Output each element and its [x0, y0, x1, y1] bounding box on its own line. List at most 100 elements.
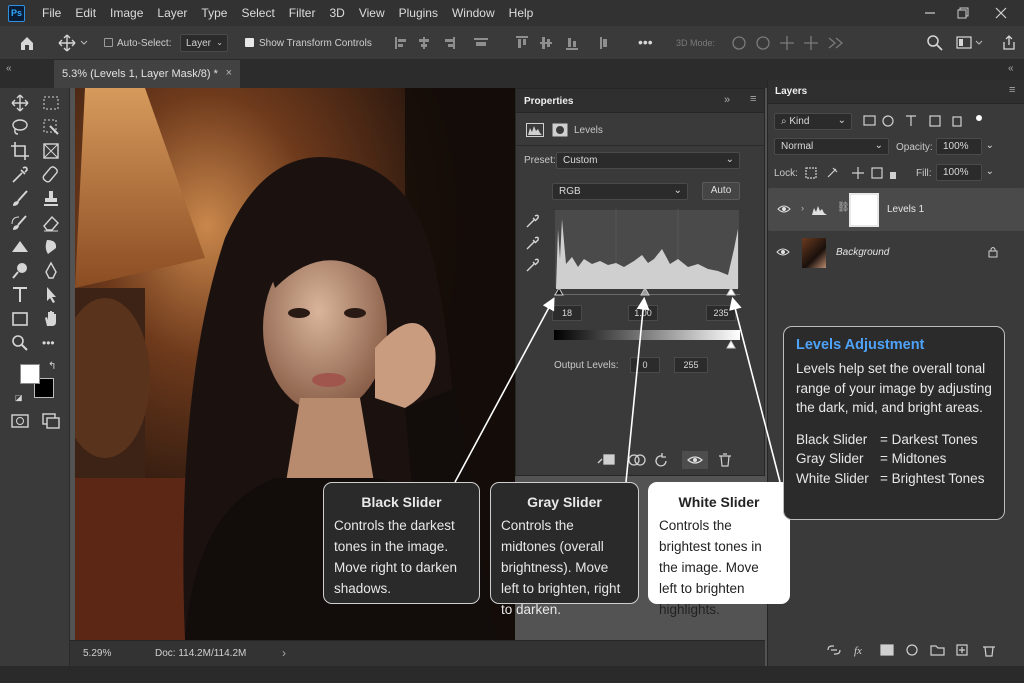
- menu-3d[interactable]: 3D: [322, 6, 351, 20]
- hand-tool-icon[interactable]: [40, 308, 62, 330]
- layer-filter-icons[interactable]: [862, 113, 992, 129]
- zoom-tool-icon[interactable]: [9, 332, 31, 354]
- brush-tool-icon[interactable]: [9, 188, 31, 210]
- kind-filter-dropdown[interactable]: ⌕ Kind ⌄: [774, 113, 852, 130]
- eye-icon[interactable]: [777, 204, 791, 214]
- delete-adjustment-button[interactable]: [716, 451, 734, 469]
- distribute-icons[interactable]: [515, 35, 615, 51]
- fill-field[interactable]: 100% ⌄: [936, 164, 994, 181]
- menu-filter[interactable]: Filter: [282, 6, 323, 20]
- status-menu-arrow[interactable]: ›: [282, 646, 286, 660]
- white-point-eyedropper-icon[interactable]: [525, 257, 541, 273]
- share-icon[interactable]: [1000, 34, 1018, 52]
- eraser-tool-icon[interactable]: [40, 212, 62, 234]
- close-window-icon[interactable]: [991, 3, 1011, 23]
- restore-icon[interactable]: [953, 3, 973, 23]
- collapse-panels-icon[interactable]: «: [1008, 63, 1014, 74]
- menu-view[interactable]: View: [352, 6, 392, 20]
- properties-tab[interactable]: Properties: [524, 96, 573, 107]
- layer-mask-icon[interactable]: [552, 123, 568, 137]
- menu-layer[interactable]: Layer: [150, 6, 194, 20]
- history-brush-tool-icon[interactable]: [9, 212, 31, 234]
- menu-file[interactable]: File: [35, 6, 68, 20]
- layers-footer-icons[interactable]: fx: [826, 642, 1006, 658]
- expand-arrow-icon[interactable]: ›: [801, 203, 804, 213]
- dodge-tool-icon[interactable]: [9, 260, 31, 282]
- healing-brush-tool-icon[interactable]: [40, 164, 62, 186]
- lock-icon[interactable]: [988, 246, 998, 258]
- search-icon[interactable]: [926, 34, 944, 52]
- menu-type[interactable]: Type: [194, 6, 234, 20]
- layer-row-background[interactable]: Background: [768, 232, 1024, 275]
- swap-colors-icon[interactable]: ↰: [48, 361, 56, 372]
- path-selection-tool-icon[interactable]: [40, 284, 62, 306]
- crop-tool-icon[interactable]: [9, 140, 31, 162]
- rectangle-tool-icon[interactable]: [9, 308, 31, 330]
- layer-name[interactable]: Background: [836, 247, 889, 258]
- link-icon[interactable]: ⛓: [837, 202, 850, 213]
- opacity-field[interactable]: 100% ⌄: [936, 138, 994, 155]
- screen-mode-icon[interactable]: [40, 410, 62, 432]
- eyedropper-tool-icon[interactable]: [9, 164, 31, 186]
- auto-button[interactable]: Auto: [702, 182, 740, 200]
- menu-window[interactable]: Window: [445, 6, 502, 20]
- home-icon[interactable]: [18, 34, 36, 52]
- photoshop-logo[interactable]: Ps: [8, 4, 25, 22]
- close-tab-icon[interactable]: ×: [226, 67, 232, 79]
- layers-tab[interactable]: Layers: [775, 86, 807, 97]
- move-tool-icon[interactable]: [9, 92, 31, 114]
- gray-point-eyedropper-icon[interactable]: [525, 235, 541, 251]
- panel-menu-icon[interactable]: ≡: [1009, 84, 1015, 96]
- gray-input-slider[interactable]: [640, 287, 650, 296]
- layer-name[interactable]: Levels 1: [887, 204, 924, 215]
- quick-mask-icon[interactable]: [9, 410, 31, 432]
- workspace-icon[interactable]: [956, 35, 984, 51]
- clip-to-layer-button[interactable]: [601, 451, 619, 469]
- chevron-down-icon[interactable]: [80, 40, 88, 46]
- reset-button[interactable]: [656, 451, 674, 469]
- clone-stamp-tool-icon[interactable]: [40, 188, 62, 210]
- lock-icons[interactable]: [804, 165, 896, 181]
- frame-tool-icon[interactable]: [40, 140, 62, 162]
- show-transform-checkbox[interactable]: [245, 38, 254, 47]
- toggle-visibility-button[interactable]: [682, 451, 708, 469]
- menu-plugins[interactable]: Plugins: [392, 6, 445, 20]
- input-black-value[interactable]: 18: [552, 305, 582, 321]
- black-point-eyedropper-icon[interactable]: [525, 213, 541, 229]
- menu-select[interactable]: Select: [234, 6, 281, 20]
- preset-dropdown[interactable]: Custom ⌄: [556, 152, 740, 169]
- layer-mask-thumbnail[interactable]: [849, 193, 879, 227]
- output-white-value[interactable]: 255: [674, 357, 708, 373]
- auto-select-checkbox[interactable]: [104, 38, 113, 47]
- menu-help[interactable]: Help: [502, 6, 541, 20]
- gradient-tool-icon[interactable]: [9, 236, 31, 258]
- channel-dropdown[interactable]: RGB ⌄: [552, 183, 688, 200]
- input-gamma-value[interactable]: 1.00: [628, 305, 658, 321]
- black-input-slider[interactable]: [554, 287, 564, 296]
- lasso-tool-icon[interactable]: [9, 116, 31, 138]
- type-tool-icon[interactable]: [9, 284, 31, 306]
- white-output-slider[interactable]: [726, 340, 736, 349]
- align-icons[interactable]: [394, 35, 504, 51]
- pen-tool-icon[interactable]: [40, 260, 62, 282]
- menu-edit[interactable]: Edit: [68, 6, 103, 20]
- marquee-tool-icon[interactable]: [40, 92, 62, 114]
- expand-icon[interactable]: »: [724, 94, 730, 106]
- document-tab[interactable]: 5.3% (Levels 1, Layer Mask/8) * ×: [54, 60, 240, 88]
- collapse-toolbar-icon[interactable]: «: [6, 63, 12, 74]
- eye-icon[interactable]: [776, 247, 790, 257]
- more-options-icon[interactable]: •••: [638, 34, 653, 50]
- white-input-slider[interactable]: [726, 287, 736, 296]
- minimize-icon[interactable]: [920, 3, 940, 23]
- zoom-level[interactable]: 5.29%: [83, 648, 111, 659]
- 3d-mode-icons[interactable]: [730, 34, 850, 52]
- blend-mode-dropdown[interactable]: Normal ⌄: [774, 138, 889, 155]
- blur-tool-icon[interactable]: [40, 236, 62, 258]
- output-black-value[interactable]: 0: [630, 357, 660, 373]
- input-white-value[interactable]: 235: [706, 305, 736, 321]
- object-selection-tool-icon[interactable]: [40, 116, 62, 138]
- more-tools-icon[interactable]: •••: [42, 336, 55, 350]
- panel-menu-icon[interactable]: ≡: [750, 93, 756, 105]
- move-tool-icon[interactable]: [58, 34, 76, 52]
- view-previous-state-button[interactable]: [626, 451, 646, 469]
